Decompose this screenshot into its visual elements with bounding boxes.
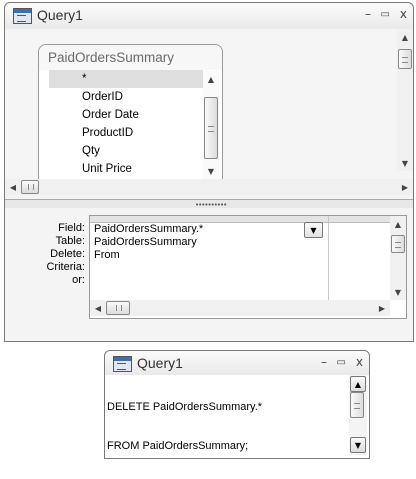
sql-view-window: Query1 – ▭ x DELETE PaidOrdersSummary.* … [104,350,370,459]
row-label-or: or: [72,274,85,286]
scroll-up-icon[interactable]: ▲ [203,71,219,87]
query-design-window: Query1 – ▭ x PaidOrdersSummary * OrderID… [4,2,414,342]
sql-editor[interactable]: DELETE PaidOrdersSummary.* FROM PaidOrde… [107,375,347,455]
column-selector[interactable] [90,216,390,223]
field-item[interactable]: Unit Price [49,160,203,178]
close-button[interactable]: x [356,355,363,369]
scroll-up-icon[interactable]: ▲ [397,29,413,45]
close-button[interactable]: x [400,7,407,21]
sql-vscroll[interactable]: ▲ ▼ [349,375,367,455]
field-item[interactable]: Order Date [49,106,203,124]
field-item[interactable]: * [49,70,203,88]
scroll-down-icon[interactable]: ▼ [397,155,413,171]
row-label-criteria: Criteria: [46,261,85,273]
table-pane-vscroll[interactable]: ▲ ▼ [397,29,413,171]
maximize-button[interactable]: ▭ [337,357,346,368]
minimize-button[interactable]: – [365,7,371,21]
scroll-thumb[interactable] [21,180,39,194]
field-list-scrollbar[interactable]: ▲ ▼ [203,71,219,179]
scroll-left-icon[interactable]: ◀ [5,179,21,195]
scroll-thumb[interactable] [350,392,364,418]
scroll-up-icon[interactable]: ▲ [350,376,366,392]
query-window-icon [113,356,132,372]
maximize-button[interactable]: ▭ [381,9,390,20]
table-cell[interactable]: PaidOrdersSummary [94,236,324,249]
design-grid: PaidOrdersSummary.* ▼ PaidOrdersSummary … [89,215,407,319]
scroll-thumb[interactable] [106,301,130,315]
delete-cell[interactable]: From [94,249,324,262]
scroll-thumb[interactable] [398,49,412,69]
grid-vscroll[interactable]: ▲ ▼ [390,216,406,300]
scroll-down-icon[interactable]: ▼ [390,284,406,300]
window-title: Query1 [37,7,83,23]
field-cell[interactable]: PaidOrdersSummary.* [94,223,324,236]
table-pane: PaidOrdersSummary * OrderID Order Date P… [5,29,413,181]
scroll-down-icon[interactable]: ▼ [203,163,219,179]
field-item[interactable]: Qty [49,142,203,160]
scroll-right-icon[interactable]: ▶ [374,300,390,316]
scroll-down-icon[interactable]: ▼ [350,437,366,453]
sql-line: FROM PaidOrdersSummary; [107,440,249,452]
row-label-delete: Delete: [50,248,85,260]
scroll-right-icon[interactable]: ▶ [397,179,413,195]
grid-hscroll[interactable]: ◀ ▶ [90,300,390,316]
row-label-table: Table: [55,235,85,247]
scroll-thumb[interactable] [204,97,218,159]
sql-line: DELETE PaidOrdersSummary.* [107,401,263,413]
field-item[interactable]: ProductID [49,124,203,142]
row-label-field: Field: [58,222,85,234]
title-bar[interactable]: Query1 – ▭ x [5,3,413,29]
grid-row-labels: Field: Table: Delete: Criteria: or: [5,222,85,287]
scroll-thumb[interactable] [391,235,405,253]
scroll-left-icon[interactable]: ◀ [90,300,106,316]
table-pane-hscroll[interactable]: ◀ ▶ [5,179,413,195]
window-title: Query1 [137,355,183,371]
title-bar[interactable]: Query1 – ▭ x [105,351,369,375]
design-grid-pane: Field: Table: Delete: Criteria: or: Paid… [5,208,413,341]
field-list: * OrderID Order Date ProductID Qty Unit … [49,70,203,178]
field-item[interactable]: OrderID [49,88,203,106]
table-name[interactable]: PaidOrdersSummary [39,45,222,70]
minimize-button[interactable]: – [321,355,327,369]
table-field-list-box[interactable]: PaidOrdersSummary * OrderID Order Date P… [38,44,223,181]
query-window-icon [13,8,32,24]
scroll-up-icon[interactable]: ▲ [390,216,406,232]
